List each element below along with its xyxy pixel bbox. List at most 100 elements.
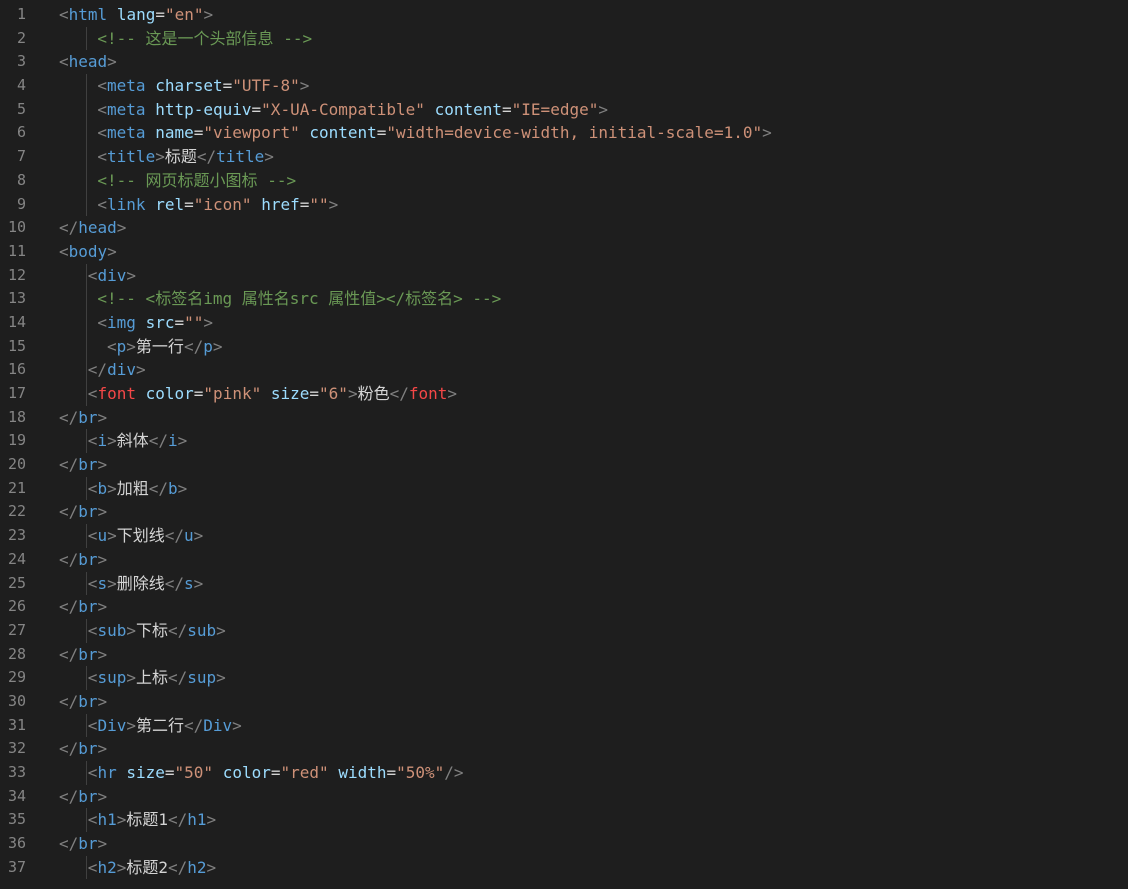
comment: <!-- 网页标题小图标 -->: [97, 170, 297, 190]
punctuation: >: [212, 336, 223, 356]
tag-name: hr: [97, 763, 117, 782]
punctuation: >: [299, 76, 310, 96]
punctuation: >: [126, 620, 136, 640]
code-line[interactable]: 28 </br>: [0, 643, 1128, 667]
text: =: [309, 384, 320, 403]
code-line[interactable]: 10 </head>: [0, 216, 1128, 240]
punctuation: </: [148, 478, 168, 498]
code-line[interactable]: 6 <meta name="viewport" content="width=de…: [0, 121, 1128, 146]
code-text: <!-- 网页标题小图标 -->: [97, 169, 296, 193]
tag-name: br: [78, 407, 98, 427]
code-line[interactable]: 26 </br>: [0, 595, 1128, 619]
attribute-value: "red": [280, 763, 329, 782]
text: =: [251, 99, 262, 119]
code-line[interactable]: 4 <meta charset="UTF-8">: [0, 74, 1128, 98]
code-line[interactable]: 24 </br>: [0, 548, 1128, 572]
attribute-value: "50%": [396, 763, 445, 782]
line-number: 32: [7, 739, 26, 758]
code-line[interactable]: 34 </br>: [0, 785, 1128, 809]
code-line[interactable]: 5 <meta http-equiv="X-UA-Compatible" cont…: [0, 97, 1128, 122]
code-line[interactable]: 19 <i>斜体</i>: [0, 429, 1128, 454]
code-text: <meta charset="UTF-8">: [97, 74, 309, 98]
code-text: <sub>下标</sub>: [88, 619, 226, 643]
punctuation: >: [232, 715, 242, 735]
code-line[interactable]: 1 <html lang="en">: [0, 3, 1128, 27]
code-line[interactable]: 30 </br>: [0, 690, 1128, 714]
text: 标题: [164, 147, 197, 167]
text: =: [155, 5, 165, 24]
punctuation: <: [87, 620, 98, 640]
punctuation: <: [97, 147, 108, 167]
punctuation: </: [59, 739, 79, 759]
code-line[interactable]: 21 <b>加粗</b>: [0, 476, 1128, 501]
code-line[interactable]: 27 <sub>下标</sub>: [0, 618, 1128, 643]
punctuation: <: [97, 99, 108, 119]
indent-guide: [86, 26, 87, 51]
line-number: 14: [7, 312, 26, 331]
code-line[interactable]: 8 <!-- 网页标题小图标 -->: [0, 168, 1128, 193]
punctuation: >: [107, 526, 117, 546]
tag-name: br: [78, 502, 98, 522]
punctuation: >: [126, 336, 136, 356]
code-line[interactable]: 29 <sup>上标</sup>: [0, 666, 1128, 690]
code-line[interactable]: 11 <body>: [0, 240, 1128, 264]
text: 斜体: [116, 431, 149, 451]
indent-guide: [86, 74, 87, 98]
attribute-name: content: [309, 123, 377, 143]
code-line[interactable]: 12 <div>: [0, 263, 1128, 288]
code-editor[interactable]: 1 <html lang="en"> 2 <!-- 这是一个头部信息 --> 3 <hea…: [0, 0, 1128, 889]
line-number: 12: [7, 265, 26, 284]
punctuation: </: [59, 218, 79, 238]
punctuation: <: [87, 715, 98, 735]
line-number: 24: [7, 549, 26, 568]
punctuation: </: [59, 786, 79, 806]
text: =: [376, 123, 387, 143]
code-line[interactable]: 2 <!-- 这是一个头部信息 -->: [0, 26, 1128, 51]
code-line[interactable]: 22 </br>: [0, 500, 1128, 524]
text: 标题2: [126, 857, 168, 877]
code-line[interactable]: 31 <Div>第二行</Div>: [0, 713, 1128, 738]
code-line[interactable]: 3 <head>: [0, 50, 1128, 74]
tag-name: h1: [97, 810, 117, 830]
code-line[interactable]: 9 <link rel="icon" href="">: [0, 192, 1128, 217]
code-line[interactable]: 15 <p>第一行</p>: [0, 334, 1128, 359]
tag-name: sup: [97, 668, 127, 688]
code-line[interactable]: 37 <h2>标题2</h2>: [0, 855, 1128, 880]
punctuation: <: [97, 194, 108, 214]
attribute-value: "X-UA-Compatible": [261, 99, 425, 119]
tag-name: s: [97, 573, 108, 593]
code-line[interactable]: 20 </br>: [0, 453, 1128, 477]
line-number: 25: [7, 573, 26, 592]
attribute-value: "en": [164, 5, 204, 24]
indent-guide: [86, 97, 87, 122]
code-line[interactable]: 23 <u>下划线</u>: [0, 524, 1128, 548]
line-number: 17: [7, 384, 26, 402]
code-line[interactable]: 32 </br>: [0, 737, 1128, 761]
punctuation: >: [97, 786, 108, 806]
line-number: 8: [16, 170, 26, 189]
punctuation: >: [107, 573, 117, 593]
tag-name: Div: [97, 715, 127, 735]
tag-name: link: [107, 194, 146, 214]
punctuation: >: [216, 668, 226, 688]
indent-guide: [86, 145, 87, 169]
code-line[interactable]: 7 <title>标题</title>: [0, 145, 1128, 169]
code-line[interactable]: 33 <hr size="50" color="red" width="50%"/…: [0, 761, 1128, 785]
code-line[interactable]: 16 </div>: [0, 358, 1128, 382]
code-line[interactable]: 25 <s>删除线</s>: [0, 571, 1128, 596]
punctuation: </: [59, 502, 79, 522]
code-line[interactable]: 35 <h1>标题1</h1>: [0, 808, 1128, 833]
punctuation: </: [164, 526, 184, 546]
code-line[interactable]: 18 </br>: [0, 406, 1128, 430]
code-text: </br>: [59, 548, 107, 572]
code-line[interactable]: 14 <img src="">: [0, 310, 1128, 335]
code-line[interactable]: 17 <font color="pink" size="6">粉色</font>: [0, 382, 1128, 406]
punctuation: >: [264, 147, 274, 167]
punctuation: </: [59, 455, 79, 475]
code-line[interactable]: 13 <!-- <标签名img 属性名src 属性值></标签名> -->: [0, 287, 1128, 311]
code-line[interactable]: 36 </br>: [0, 832, 1128, 856]
punctuation: >: [126, 265, 136, 285]
